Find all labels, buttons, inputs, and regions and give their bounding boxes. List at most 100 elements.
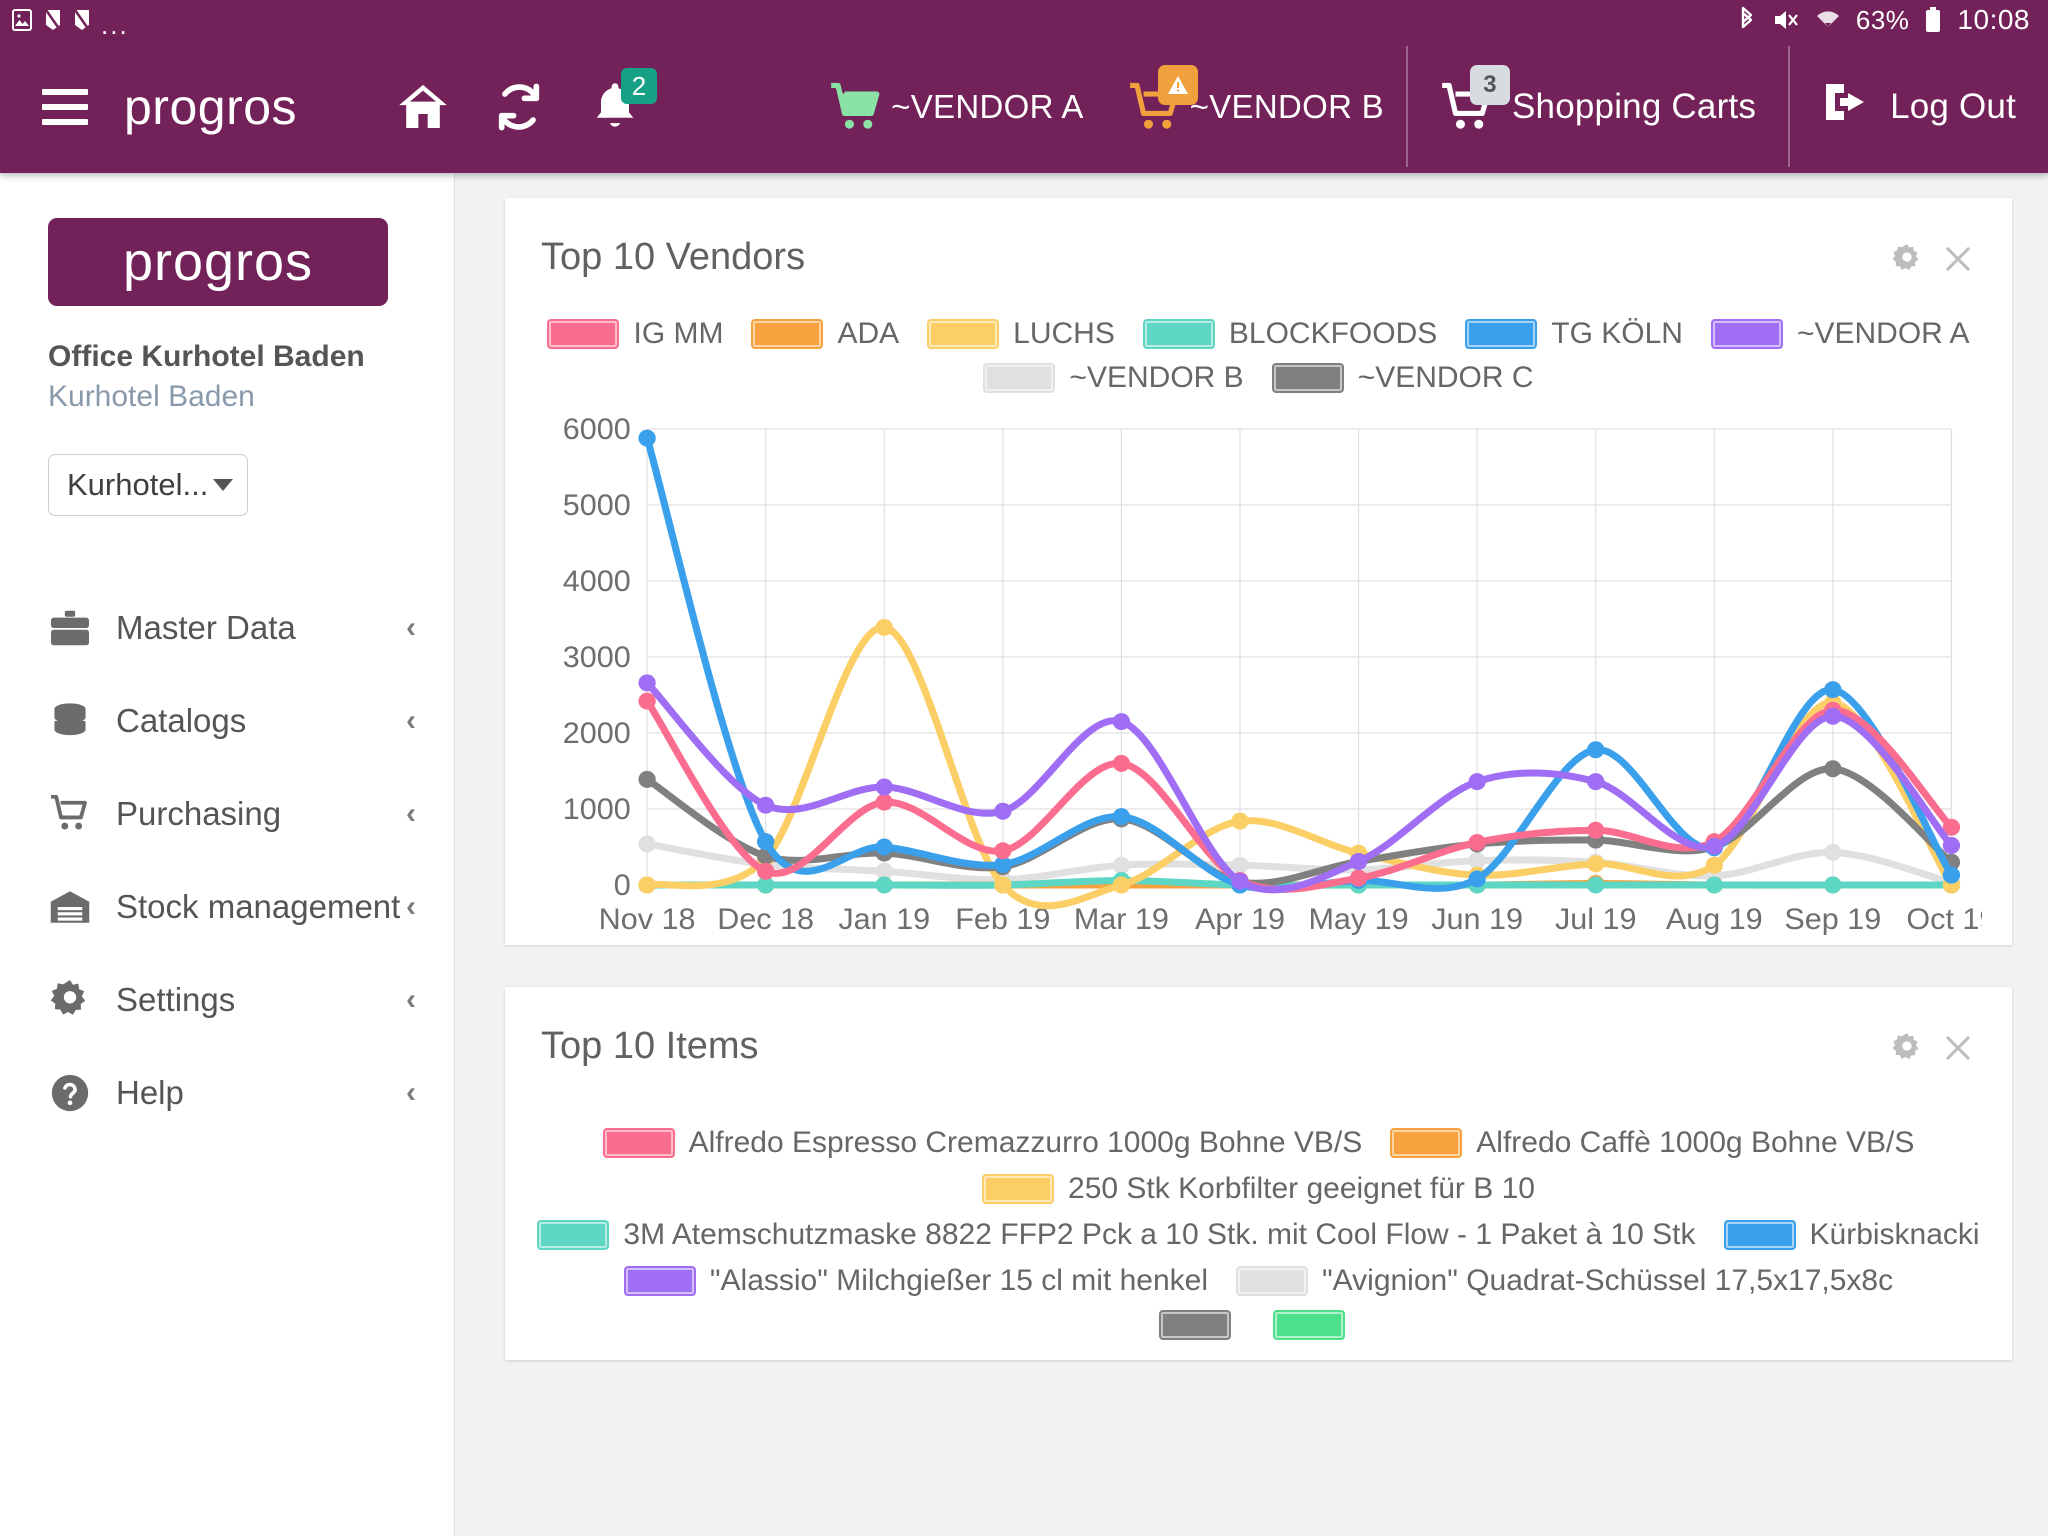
chart-plot-area: 0 1000 2000 3000 4000 5000 6000 Nov 18 Dec 18 Jan… <box>505 403 2012 945</box>
x-axis-tick-label: Mar 19 <box>1074 903 1169 936</box>
items-legend-row <box>545 1310 1972 1340</box>
sidebar-logo[interactable]: progros <box>48 218 388 306</box>
y-axis-tick-label: 0 <box>614 869 631 902</box>
sidebar-item-label: Help <box>116 1073 184 1111</box>
x-axis-tick-label: Sep 19 <box>1784 903 1881 936</box>
items-legend-item[interactable]: "Alassio" Milchgießer 15 cl mit henkel <box>623 1264 1208 1298</box>
legend-item-luchs[interactable]: LUCHS <box>927 317 1115 351</box>
top-navigation-bar: progros 2 ~VENDOR A ~VENDOR B 3 Shopping… <box>0 40 2048 173</box>
items-legend-row: Alfredo Espresso Cremazzurro 1000g Bohne… <box>545 1126 1972 1160</box>
vendors-line-chart: 0 1000 2000 3000 4000 5000 6000 Nov 18 Dec 18 Jan… <box>563 415 1982 936</box>
items-legend-item[interactable] <box>1272 1310 1359 1340</box>
chart-series-tg-k-ln <box>638 429 1961 894</box>
logout-label: Log Out <box>1890 86 2016 126</box>
items-legend-item[interactable]: "Avignion" Quadrat-Schüssel 17,5x17,5x8c <box>1236 1264 1893 1298</box>
legend-item-ig-mm[interactable]: IG MM <box>547 317 723 351</box>
items-legend-label: Alfredo Espresso Cremazzurro 1000g Bohne… <box>688 1126 1363 1159</box>
items-legend-row: 3M Atemschutzmaske 8822 FFP2 Pck a 10 St… <box>537 1218 1980 1252</box>
items-legend-item[interactable]: Alfredo Espresso Cremazzurro 1000g Bohne… <box>602 1126 1363 1160</box>
sidebar-item-help[interactable]: Help ‹ <box>0 1046 454 1139</box>
items-legend-item[interactable] <box>1158 1310 1245 1340</box>
legend-swatch <box>1465 319 1538 349</box>
y-axis-tick-label: 5000 <box>563 489 631 522</box>
briefcase-icon <box>48 609 92 647</box>
legend-swatch <box>1142 319 1215 349</box>
legend-swatch <box>751 319 824 349</box>
x-axis-tick-label: Nov 18 <box>599 903 696 936</box>
database-icon <box>48 702 92 740</box>
legend-swatch <box>1272 1310 1345 1340</box>
items-legend-row: "Alassio" Milchgießer 15 cl mit henkel "A… <box>545 1264 1972 1298</box>
vendor-b-cart-button[interactable]: ~VENDOR B <box>1106 40 1406 173</box>
chevron-left-icon: ‹ <box>406 796 416 830</box>
x-axis-tick-label: Jun 19 <box>1431 903 1523 936</box>
legend-label: LUCHS <box>1013 317 1115 350</box>
y-axis-tick-label: 2000 <box>563 717 631 750</box>
card-top-10-vendors: Top 10 Vendors IG MM ADA LUCHS BLOCKFOODS TG… <box>505 198 2012 945</box>
legend-swatch <box>1271 363 1344 393</box>
items-legend-item[interactable]: 3M Atemschutzmaske 8822 FFP2 Pck a 10 St… <box>537 1218 1696 1252</box>
more-dots-icon: ... <box>101 9 129 40</box>
sidebar-item-purchasing[interactable]: Purchasing ‹ <box>0 767 454 860</box>
items-legend-item[interactable]: Kürbisknacki <box>1723 1218 1980 1252</box>
sidebar-item-stock-management[interactable]: Stock management ‹ <box>0 860 454 953</box>
legend-swatch <box>1390 1128 1463 1158</box>
page-title: Top 10 Vendors <box>541 236 806 278</box>
sidebar-item-catalogs[interactable]: Catalogs ‹ <box>0 674 454 767</box>
shopping-carts-button[interactable]: 3 Shopping Carts <box>1408 40 1788 173</box>
chevron-left-icon: ‹ <box>406 703 416 737</box>
location-select[interactable]: Kurhotel... <box>48 454 248 516</box>
items-legend-item[interactable]: 250 Stk Korbfilter geeignet für B 10 <box>982 1172 1535 1206</box>
sidebar-item-settings[interactable]: Settings ‹ <box>0 953 454 1046</box>
cart-icon <box>829 81 885 133</box>
home-icon[interactable] <box>375 40 471 173</box>
logout-button[interactable]: Log Out <box>1790 40 2048 173</box>
refresh-icon[interactable] <box>471 40 567 173</box>
sidebar-logo-text: progros <box>122 232 314 292</box>
y-axis-tick-label: 4000 <box>563 565 631 598</box>
close-icon[interactable] <box>1944 245 1972 273</box>
card-top-10-items: Top 10 Items Alfredo Espresso Cremazzurr… <box>505 987 2012 1360</box>
legend-item-tg-k-ln[interactable]: TG KÖLN <box>1465 317 1683 351</box>
sidebar-item-master-data[interactable]: Master Data ‹ <box>0 581 454 674</box>
legend-label: IG MM <box>633 317 724 350</box>
warehouse-icon <box>48 889 92 925</box>
cart-icon <box>1128 64 1198 133</box>
gear-icon[interactable] <box>1892 1033 1922 1063</box>
legend-item-vendor-a[interactable]: ~VENDOR A <box>1710 317 1970 351</box>
legend-item-vendor-b[interactable]: ~VENDOR B <box>983 361 1244 395</box>
sidebar-item-label: Stock management <box>116 887 401 925</box>
help-circle-icon <box>48 1073 92 1113</box>
y-axis-tick-label: 1000 <box>563 793 631 826</box>
x-axis-tick-label: Dec 18 <box>717 903 814 936</box>
items-legend-item[interactable]: Alfredo Caffè 1000g Bohne VB/S <box>1390 1126 1914 1160</box>
clock: 10:08 <box>1957 4 2030 35</box>
legend-swatch <box>1710 319 1783 349</box>
items-legend: Alfredo Espresso Cremazzurro 1000g Bohne… <box>505 1068 2012 1360</box>
legend-swatch <box>537 1220 610 1250</box>
x-axis-tick-label: May 19 <box>1308 903 1408 936</box>
vendor-a-cart-button[interactable]: ~VENDOR A <box>807 40 1106 173</box>
notifications-bell-button[interactable]: 2 <box>567 40 663 173</box>
legend-item-ada[interactable]: ADA <box>751 317 899 351</box>
x-axis-tick-label: Jan 19 <box>838 903 930 936</box>
warning-icon <box>1157 64 1198 105</box>
legend-item-vendor-c[interactable]: ~VENDOR C <box>1271 361 1534 395</box>
legend-label: BLOCKFOODS <box>1228 317 1438 350</box>
hamburger-icon[interactable] <box>42 88 88 125</box>
legend-swatch <box>982 1174 1055 1204</box>
logout-icon <box>1822 79 1874 134</box>
x-axis-tick-label: Apr 19 <box>1195 903 1285 936</box>
chevron-left-icon: ‹ <box>406 610 416 644</box>
sidebar-menu: Master Data ‹ Catalogs ‹ Purchasing ‹ St… <box>0 581 454 1139</box>
close-icon[interactable] <box>1944 1034 1972 1062</box>
y-axis-tick-label: 6000 <box>563 415 631 446</box>
y-axis-tick-label: 3000 <box>563 641 631 674</box>
notification-badge: 2 <box>621 68 658 104</box>
items-legend-label: Alfredo Caffè 1000g Bohne VB/S <box>1476 1126 1915 1159</box>
shopping-carts-label: Shopping Carts <box>1512 86 1757 126</box>
legend-label: TG KÖLN <box>1551 317 1683 350</box>
legend-item-blockfoods[interactable]: BLOCKFOODS <box>1142 317 1438 351</box>
gear-icon[interactable] <box>1892 244 1922 274</box>
office-subtitle: Kurhotel Baden <box>48 380 255 413</box>
